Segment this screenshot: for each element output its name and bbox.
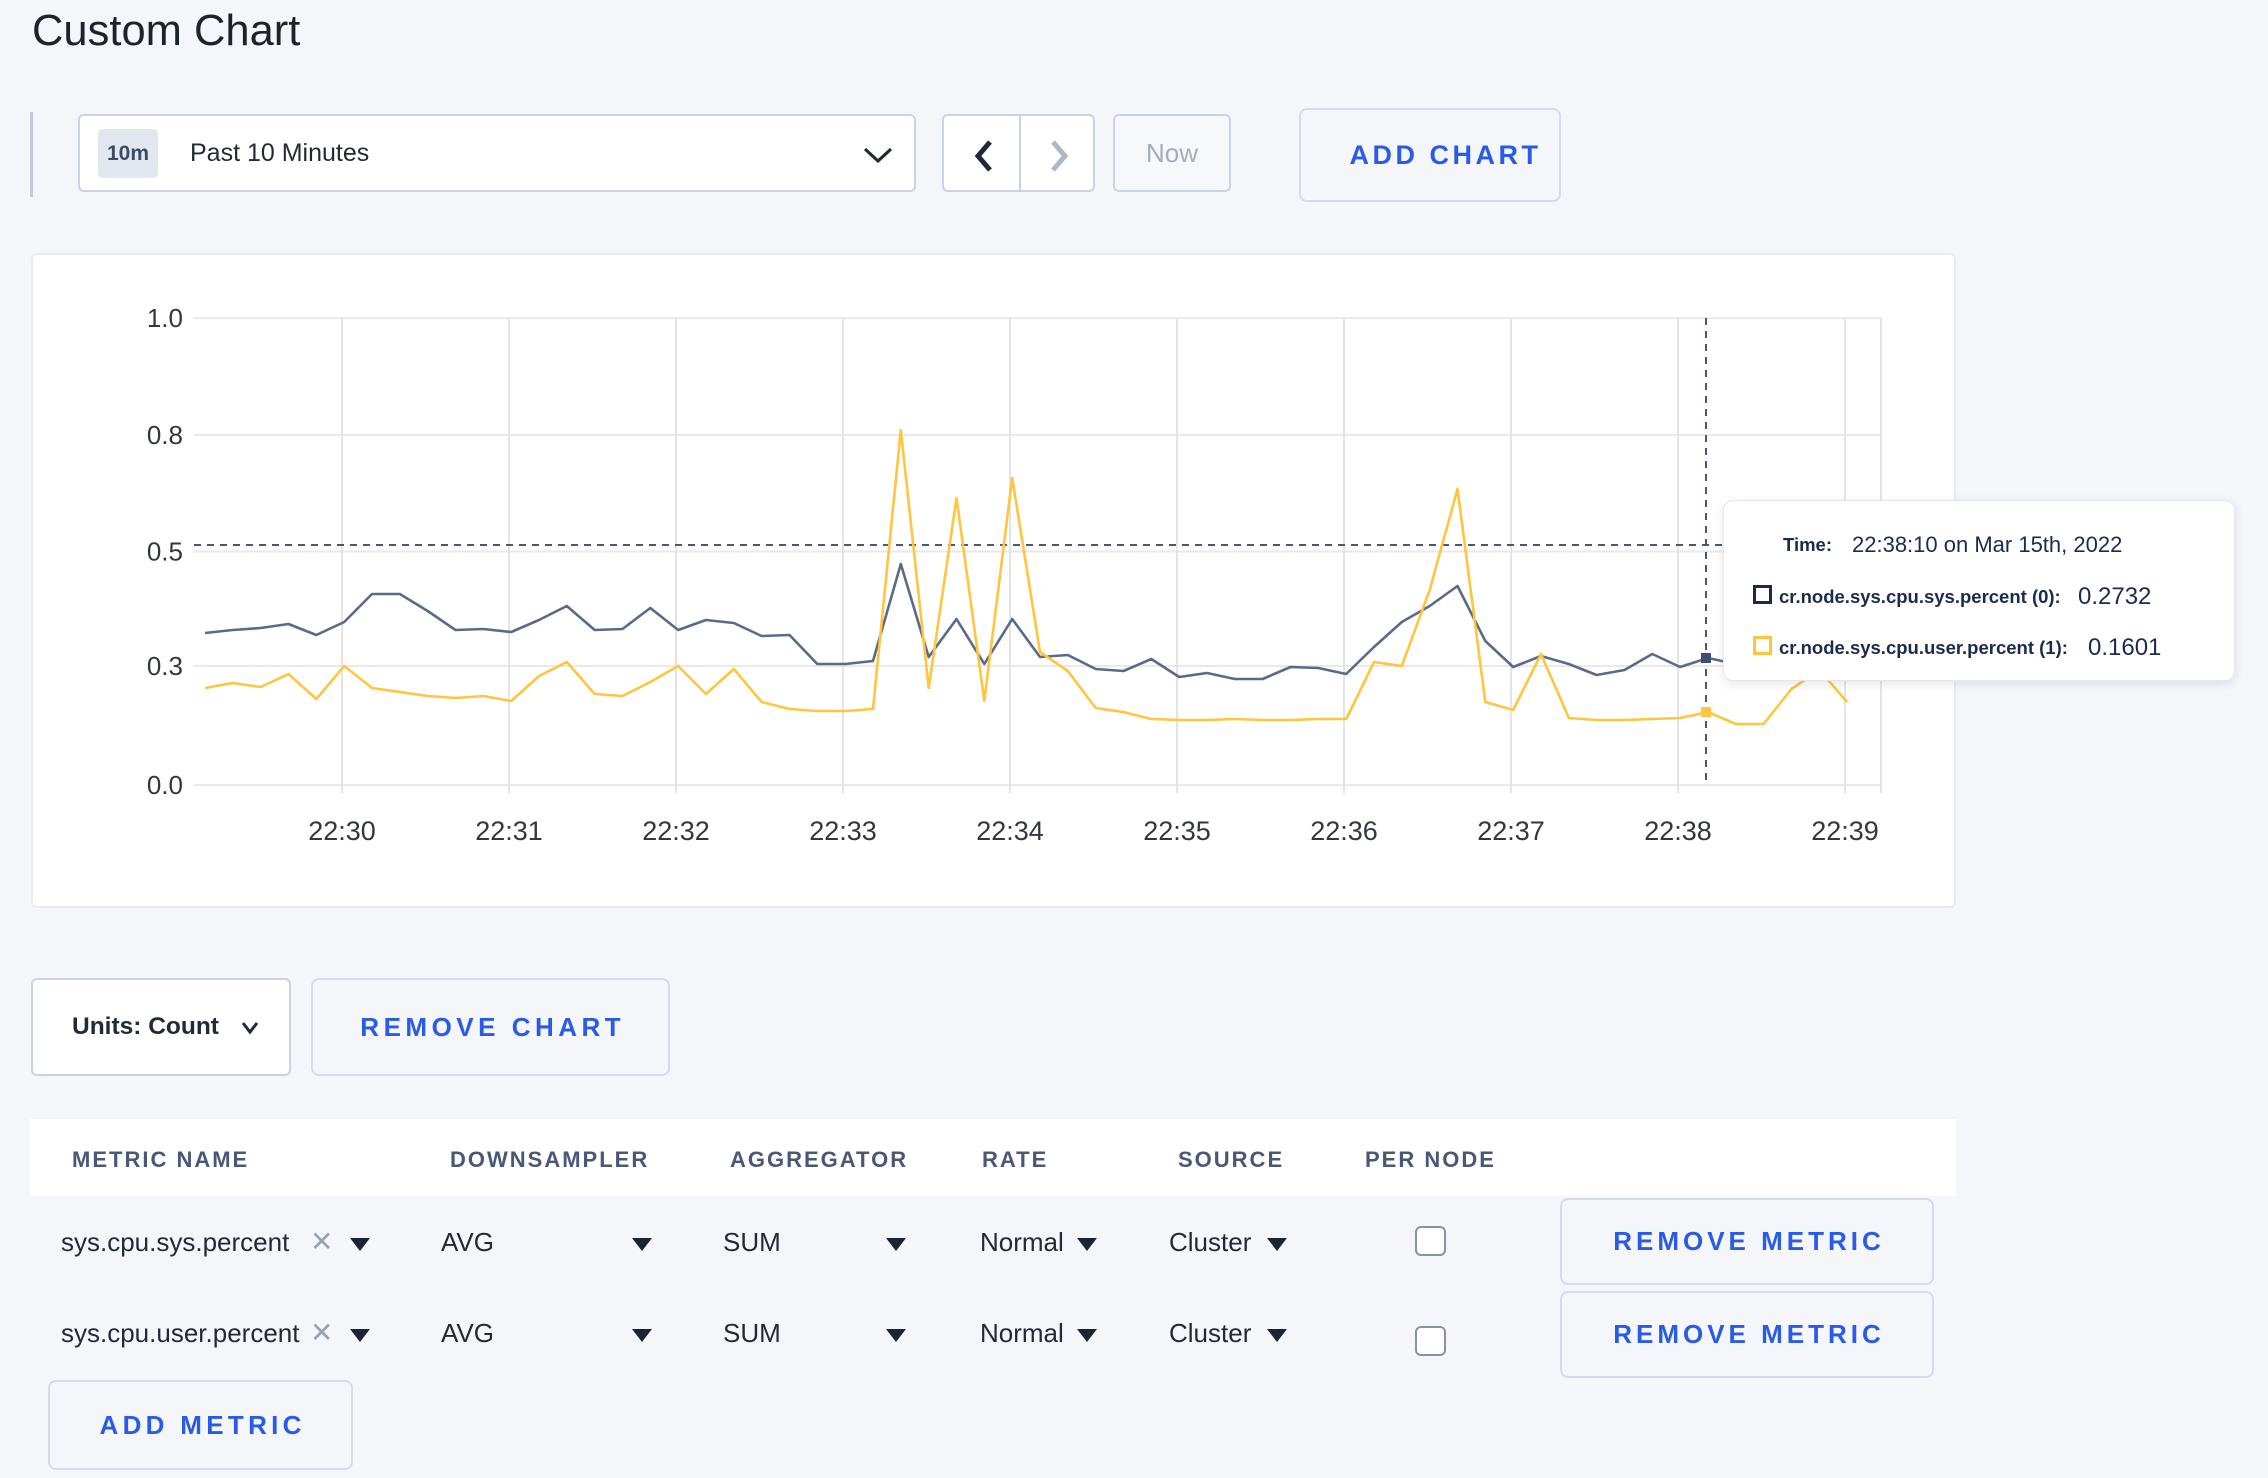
svg-text:0.5: 0.5 — [147, 537, 183, 567]
svg-text:22:33: 22:33 — [809, 816, 877, 846]
svg-text:22:39: 22:39 — [1811, 816, 1879, 846]
svg-text:22:38: 22:38 — [1644, 816, 1712, 846]
svg-text:22:37: 22:37 — [1477, 816, 1545, 846]
svg-text:0.0: 0.0 — [147, 770, 183, 800]
svg-text:0.8: 0.8 — [147, 420, 183, 450]
svg-text:0.3: 0.3 — [147, 651, 183, 681]
svg-text:22:35: 22:35 — [1143, 816, 1211, 846]
svg-text:1.0: 1.0 — [147, 303, 183, 333]
svg-text:22:30: 22:30 — [308, 816, 376, 846]
svg-text:22:31: 22:31 — [475, 816, 543, 846]
svg-text:22:32: 22:32 — [642, 816, 710, 846]
svg-text:22:36: 22:36 — [1310, 816, 1378, 846]
svg-text:22:34: 22:34 — [976, 816, 1044, 846]
